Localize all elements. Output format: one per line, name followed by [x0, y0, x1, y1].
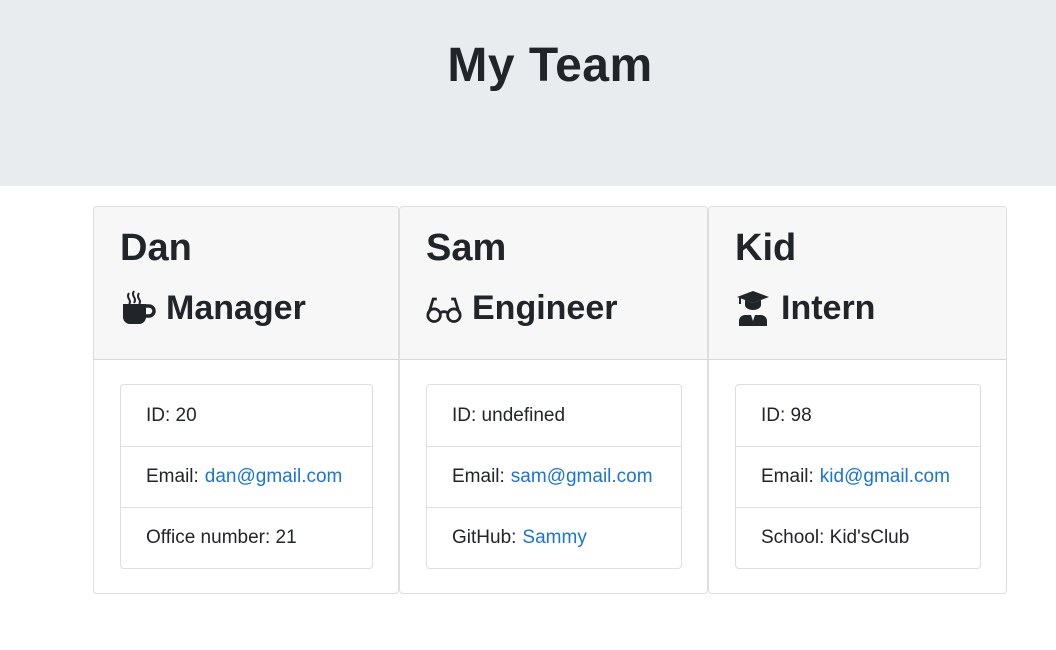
member-role: Intern	[735, 287, 875, 329]
card-header: Dan Manager	[94, 207, 398, 360]
member-id-text: ID: 98	[761, 404, 812, 426]
member-email: Email: kid@gmail.com	[736, 446, 980, 507]
member-school: School: Kid'sClub	[736, 507, 980, 568]
team-cards: Dan Manager ID: 20 Email: dan@gmail.com …	[0, 0, 1056, 650]
member-role: Engineer	[426, 287, 617, 329]
email-label: Email:	[146, 466, 199, 487]
member-name: Kid	[735, 227, 797, 269]
member-id: ID: 98	[736, 385, 980, 446]
member-details: ID: 20 Email: dan@gmail.com Office numbe…	[120, 384, 373, 569]
email-link[interactable]: sam@gmail.com	[511, 466, 653, 488]
member-email: Email: dan@gmail.com	[121, 446, 372, 507]
member-role: Manager	[120, 287, 306, 329]
email-link[interactable]: kid@gmail.com	[820, 466, 950, 488]
member-email: Email: sam@gmail.com	[427, 446, 681, 507]
card-header: Sam Engineer	[400, 207, 707, 360]
school-text: School: Kid'sClub	[761, 527, 910, 548]
github-link[interactable]: Sammy	[522, 527, 586, 549]
member-role-label: Manager	[166, 289, 306, 327]
member-github: GitHub: Sammy	[427, 507, 681, 568]
coffee-icon	[120, 290, 156, 326]
member-details: ID: undefined Email: sam@gmail.com GitHu…	[426, 384, 682, 569]
member-details: ID: 98 Email: kid@gmail.com School: Kid'…	[735, 384, 981, 569]
member-name: Sam	[426, 227, 507, 269]
graduate-icon	[735, 290, 771, 326]
member-role-label: Engineer	[472, 289, 618, 327]
member-card-intern: Kid Intern ID: 98 Email: kid@gmail.com S…	[708, 206, 1007, 594]
email-label: Email:	[452, 466, 505, 487]
member-card-engineer: Sam Engineer ID: undefined Email: sam@gm…	[399, 206, 708, 594]
member-id: ID: 20	[121, 385, 372, 446]
card-header: Kid Intern	[709, 207, 1006, 360]
member-name: Dan	[120, 227, 192, 269]
member-id-text: ID: undefined	[452, 404, 566, 426]
email-label: Email:	[761, 466, 814, 487]
email-link[interactable]: dan@gmail.com	[205, 466, 343, 488]
glasses-icon	[426, 290, 462, 326]
member-id: ID: undefined	[427, 385, 681, 446]
member-id-text: ID: 20	[146, 404, 197, 426]
member-card-manager: Dan Manager ID: 20 Email: dan@gmail.com …	[93, 206, 399, 594]
github-label: GitHub:	[452, 527, 517, 548]
member-office-number: Office number: 21	[121, 507, 372, 568]
member-role-label: Intern	[781, 289, 876, 327]
office-number-text: Office number: 21	[146, 527, 297, 548]
